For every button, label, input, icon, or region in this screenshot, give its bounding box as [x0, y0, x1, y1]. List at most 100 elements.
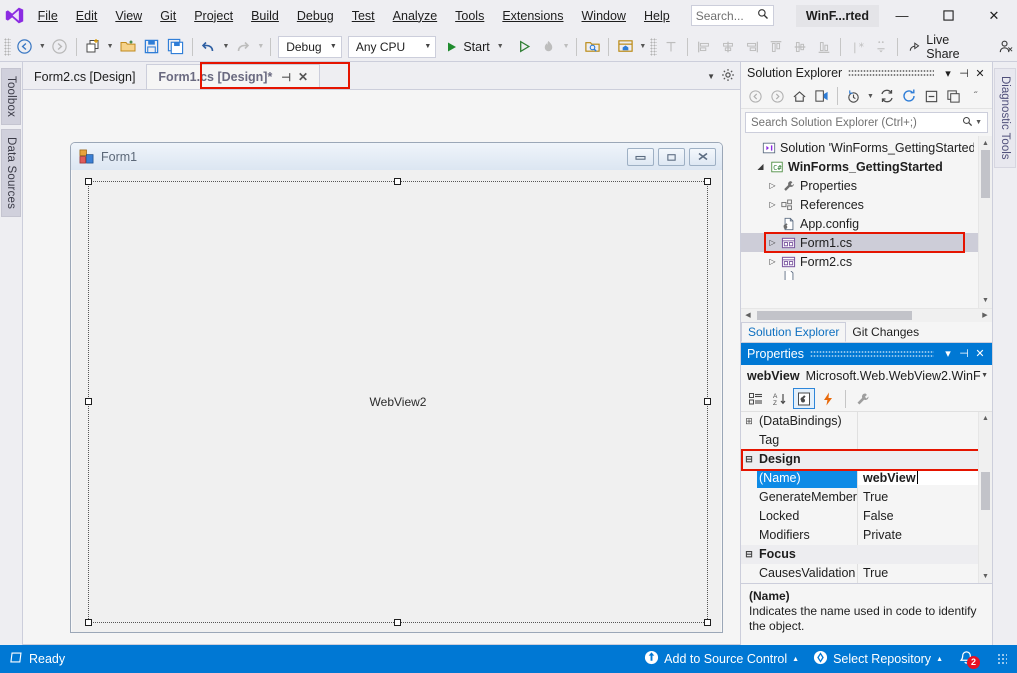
- vscroll-track[interactable]: [979, 426, 993, 570]
- scroll-right-arrow[interactable]: ▶: [978, 311, 992, 319]
- solution-explorer-search-input[interactable]: Search Solution Explorer (Ctrl+;) ▼: [745, 112, 988, 133]
- collapse-all-icon[interactable]: [921, 86, 942, 107]
- form-maximize-button[interactable]: [658, 148, 685, 166]
- expand-icon[interactable]: ⊞: [741, 416, 757, 427]
- menu-file[interactable]: File: [29, 4, 67, 28]
- menu-window[interactable]: Window: [573, 4, 635, 28]
- tab-form1-design[interactable]: Form1.cs [Design]* ⊣ ✕: [146, 64, 320, 89]
- twisty-collapsed[interactable]: ▷: [765, 200, 780, 209]
- collapse-icon[interactable]: ⊟: [741, 454, 757, 465]
- undo-icon[interactable]: [196, 35, 220, 59]
- tree-item-partial[interactable]: [741, 271, 978, 280]
- resize-grip[interactable]: [997, 653, 1007, 665]
- panel-drag-dots[interactable]: [810, 350, 934, 358]
- menu-extensions[interactable]: Extensions: [493, 4, 572, 28]
- live-share-account-icon[interactable]: [993, 35, 1017, 59]
- history-icon[interactable]: [843, 86, 864, 107]
- chevron-up-icon[interactable]: ▲: [936, 656, 943, 663]
- minimize-button[interactable]: —: [879, 0, 925, 32]
- add-to-source-control-button[interactable]: Add to Source Control ▲: [644, 650, 799, 668]
- save-all-icon[interactable]: [164, 35, 188, 59]
- tree-item-references[interactable]: ▷ References: [741, 195, 978, 214]
- selection-handle-top-left[interactable]: [85, 178, 92, 185]
- winforms-designer-surface[interactable]: Form1 WebView2: [23, 90, 740, 645]
- property-row-locked[interactable]: Locked False: [741, 507, 978, 526]
- categorized-icon[interactable]: [745, 388, 767, 409]
- start-without-debug-icon[interactable]: [513, 35, 537, 59]
- align-centers-icon[interactable]: [716, 35, 740, 59]
- chevron-down-icon[interactable]: ▾: [940, 67, 956, 80]
- history-dropdown-icon[interactable]: ▼: [865, 93, 876, 100]
- scroll-down-arrow[interactable]: ▼: [982, 294, 989, 308]
- selection-handle-bottom-center[interactable]: [394, 619, 401, 626]
- property-row-name[interactable]: (Name) webView: [741, 469, 978, 488]
- notifications-button[interactable]: 2: [957, 649, 979, 669]
- start-dropdown-icon[interactable]: ▼: [495, 43, 506, 50]
- scroll-down-arrow[interactable]: ▼: [982, 569, 989, 583]
- property-category-design[interactable]: ⊟ Design: [741, 450, 978, 469]
- start-debug-button[interactable]: Start ▼: [439, 35, 512, 59]
- select-element-icon[interactable]: [580, 35, 604, 59]
- tab-order-icon[interactable]: [659, 35, 683, 59]
- align-bottoms-icon[interactable]: [812, 35, 836, 59]
- property-value-causesvalidation[interactable]: True: [858, 566, 978, 580]
- tree-item-project[interactable]: ◢ C# WinForms_GettingStarted: [741, 157, 978, 176]
- selection-handle-top-right[interactable]: [704, 178, 711, 185]
- redo-icon[interactable]: [231, 35, 255, 59]
- chevron-up-icon[interactable]: ▲: [792, 656, 799, 663]
- gear-icon[interactable]: [721, 68, 735, 85]
- solution-configuration-select[interactable]: Debug ▼: [278, 36, 342, 58]
- vscroll-thumb[interactable]: [981, 150, 990, 198]
- pin-icon[interactable]: ⊣: [956, 347, 972, 360]
- twisty-collapsed[interactable]: ▷: [765, 238, 780, 247]
- close-icon[interactable]: ✕: [972, 67, 988, 80]
- chevron-down-icon[interactable]: ▾: [940, 347, 956, 360]
- property-row-generatemember[interactable]: GenerateMember True: [741, 488, 978, 507]
- close-icon[interactable]: ✕: [298, 70, 308, 84]
- close-button[interactable]: ✕: [971, 0, 1017, 32]
- open-file-icon[interactable]: [116, 35, 140, 59]
- global-search-input[interactable]: Search...: [691, 5, 774, 26]
- property-value-generatemember[interactable]: True: [858, 490, 978, 504]
- selection-handle-bottom-right[interactable]: [704, 619, 711, 626]
- menu-git[interactable]: Git: [151, 4, 185, 28]
- forward-icon[interactable]: [767, 86, 788, 107]
- menu-analyze[interactable]: Analyze: [384, 4, 446, 28]
- menu-view[interactable]: View: [106, 4, 151, 28]
- tab-git-changes[interactable]: Git Changes: [846, 322, 925, 342]
- solution-explorer-tree[interactable]: Solution 'WinForms_GettingStarted' (1 ◢ …: [741, 136, 978, 308]
- hscroll-thumb[interactable]: [757, 311, 912, 320]
- twisty-collapsed[interactable]: ▷: [765, 257, 780, 266]
- sidebar-item-toolbox[interactable]: Toolbox: [1, 68, 21, 125]
- solution-explorer-vscrollbar[interactable]: ▲ ▼: [978, 136, 992, 308]
- tree-item-form1[interactable]: ▷ Form1.cs: [741, 233, 978, 252]
- align-tops-icon[interactable]: [764, 35, 788, 59]
- webview2-control[interactable]: WebView2: [88, 181, 708, 623]
- align-rights-icon[interactable]: [740, 35, 764, 59]
- selection-handle-top-center[interactable]: [394, 178, 401, 185]
- undo-dropdown-icon[interactable]: ▼: [220, 43, 231, 50]
- properties-icon[interactable]: [793, 388, 815, 409]
- selection-handle-middle-left[interactable]: [85, 398, 92, 405]
- sidebar-item-diagnostic-tools[interactable]: Diagnostic Tools: [994, 68, 1016, 168]
- property-value-name-input[interactable]: webView: [858, 471, 978, 485]
- property-row-databindings[interactable]: ⊞ (DataBindings): [741, 412, 978, 431]
- sidebar-item-data-sources[interactable]: Data Sources: [1, 129, 21, 217]
- selection-handle-middle-right[interactable]: [704, 398, 711, 405]
- panel-drag-dots[interactable]: [848, 69, 934, 77]
- make-same-size-icon[interactable]: |*|: [845, 35, 869, 59]
- refresh-icon[interactable]: [899, 86, 920, 107]
- spacing-icon[interactable]: [869, 35, 893, 59]
- new-project-dropdown-icon[interactable]: ▼: [105, 43, 116, 50]
- menu-test[interactable]: Test: [343, 4, 384, 28]
- properties-object-selector[interactable]: webView Microsoft.Web.WebView2.WinFo ▼: [741, 365, 992, 387]
- sync-icon[interactable]: [877, 86, 898, 107]
- hscroll-track[interactable]: [755, 308, 978, 322]
- new-project-icon[interactable]: [81, 35, 105, 59]
- menu-tools[interactable]: Tools: [446, 4, 493, 28]
- align-middles-icon[interactable]: [788, 35, 812, 59]
- preview-dropdown-icon[interactable]: ▼: [637, 43, 648, 50]
- scroll-up-arrow[interactable]: ▲: [982, 136, 989, 150]
- live-share-button[interactable]: Live Share: [902, 35, 983, 59]
- solution-explorer-hscrollbar[interactable]: ◀ ▶: [741, 308, 992, 322]
